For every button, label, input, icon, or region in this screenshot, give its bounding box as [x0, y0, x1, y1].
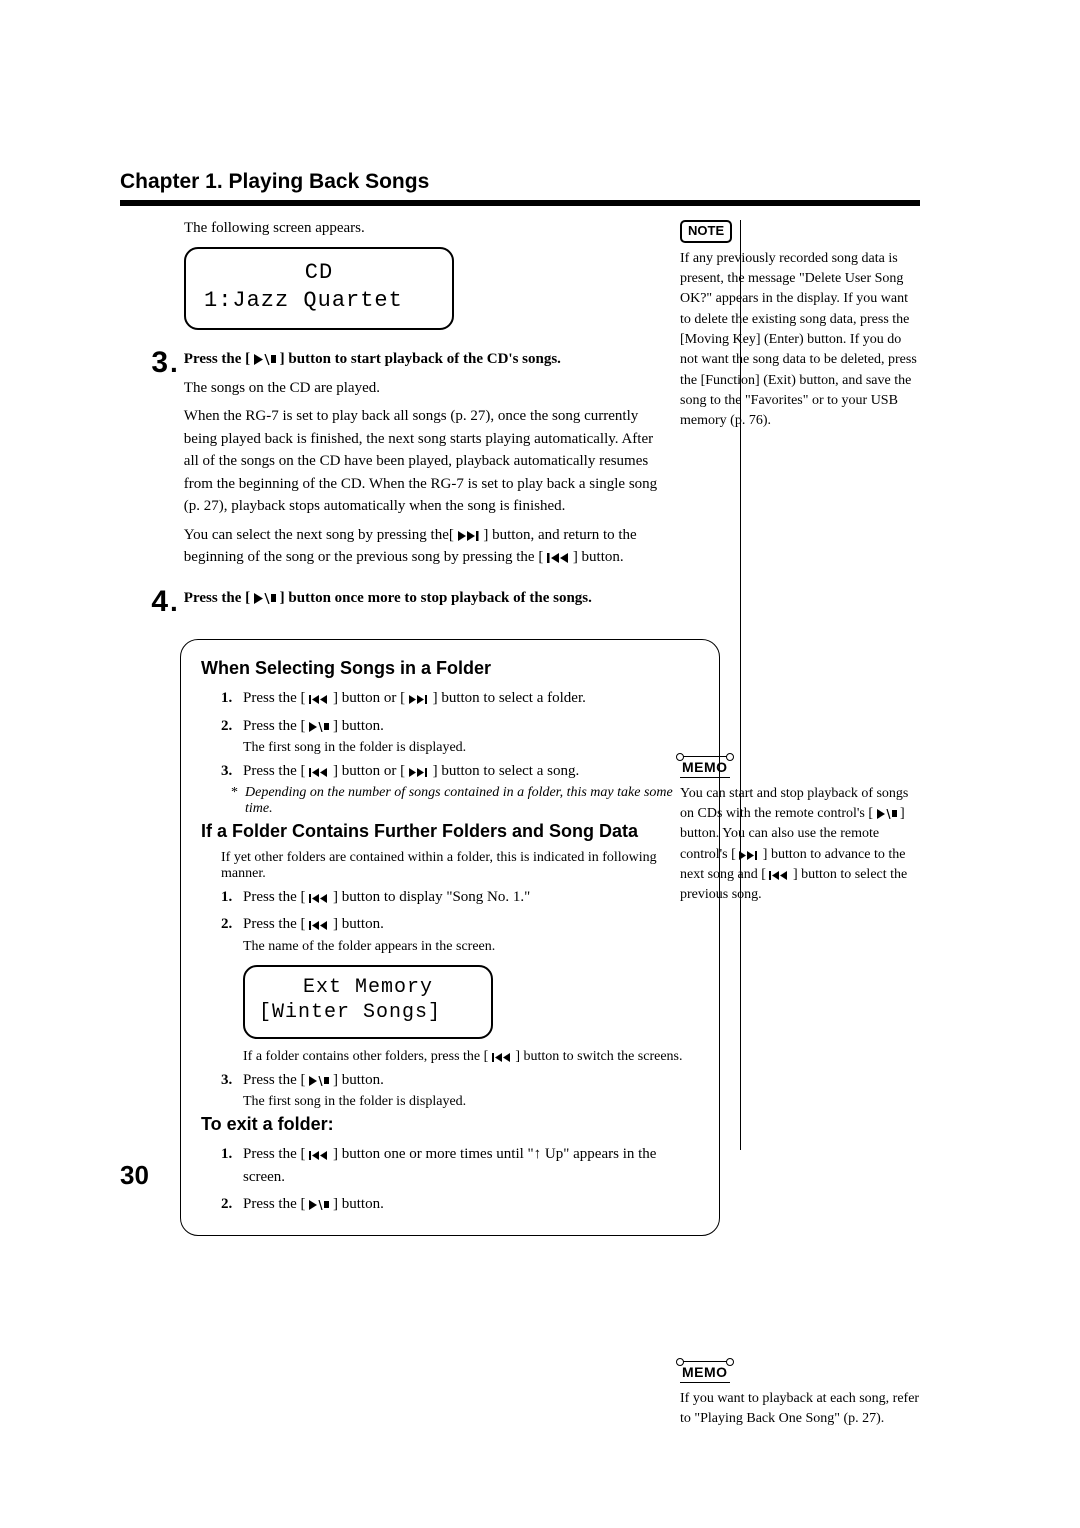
next-track-icon	[458, 531, 480, 541]
play-stop-icon	[309, 1200, 329, 1210]
title-rule	[120, 200, 920, 206]
list-item: 1.Press the [ ] button or [ ] button to …	[221, 687, 699, 710]
prev-track-icon	[309, 695, 329, 704]
page-number: 30	[120, 1160, 149, 1191]
lcd-line-2: [Winter Songs]	[259, 1000, 477, 1025]
nested-folder-list: 1.Press the [ ] button to display "Song …	[221, 886, 699, 937]
note-text: If any previously recorded song data is …	[680, 249, 920, 432]
next-track-icon	[409, 768, 429, 777]
play-stop-icon	[309, 1076, 329, 1086]
list-item: 3.Press the [ ] button or [ ] button to …	[221, 760, 699, 783]
spacer	[680, 946, 920, 1361]
step-number: 3	[120, 348, 168, 378]
list-item: 2.Press the [ ] button.	[221, 913, 699, 936]
lcd-line-2: 1:Jazz Quartet	[204, 287, 434, 315]
lcd-screen-ext-memory: Ext Memory [Winter Songs]	[243, 965, 493, 1039]
f3-note: The first song in the folder is displaye…	[243, 1094, 699, 1110]
chapter-title: Chapter 1. Playing Back Songs	[120, 170, 920, 194]
step-number: 4	[120, 587, 168, 617]
note-tag: NOTE	[680, 220, 732, 243]
prev-track-icon	[309, 921, 329, 930]
nested-folder-list-2: 3.Press the [ ] button.	[221, 1069, 699, 1092]
memo-1-text: You can start and stop playback of songs…	[680, 784, 920, 906]
prev-track-icon	[309, 894, 329, 903]
box-heading-3: To exit a folder:	[201, 1114, 699, 1135]
box-heading-2: If a Folder Contains Further Folders and…	[201, 821, 699, 842]
after-lcd-note: If a folder contains other folders, pres…	[243, 1049, 699, 1065]
play-stop-icon	[254, 593, 276, 604]
step-body: Press the [ ] button to start playback o…	[184, 348, 660, 569]
play-stop-icon	[254, 354, 276, 365]
prev-track-icon	[309, 768, 329, 777]
step-3-p3: You can select the next song by pressing…	[184, 524, 660, 569]
memo-block-2: MEMO If you want to playback at each son…	[680, 1361, 920, 1430]
prev-track-icon	[492, 1053, 512, 1062]
folder-selection-box: When Selecting Songs in a Folder 1.Press…	[180, 639, 720, 1235]
step-3: 3 . Press the [ ] button to start playba…	[120, 348, 660, 569]
play-stop-icon	[877, 809, 897, 819]
list-item: 2.Press the [ ] button.	[221, 1193, 699, 1216]
spacer	[680, 472, 920, 756]
step-3-p1: The songs on the CD are played.	[184, 377, 660, 400]
side-column: NOTE If any previously recorded song dat…	[680, 220, 920, 1469]
main-column: The following screen appears. CD 1:Jazz …	[120, 220, 660, 1236]
memo-2-text: If you want to playback at each song, re…	[680, 1389, 920, 1430]
column-divider	[740, 220, 741, 1150]
prev-track-icon	[309, 1151, 329, 1160]
prev-track-icon	[547, 553, 569, 563]
memo-tag: MEMO	[680, 756, 730, 778]
h2-intro: If yet other folders are contained withi…	[221, 850, 699, 882]
list-item: 1.Press the [ ] button to display "Song …	[221, 886, 699, 909]
step-4-heading: Press the [ ] button once more to stop p…	[184, 590, 592, 606]
lcd-screen-cd: CD 1:Jazz Quartet	[184, 247, 454, 330]
memo-block-1: MEMO You can start and stop playback of …	[680, 756, 920, 906]
prev-track-icon	[769, 871, 789, 880]
f2-note: The name of the folder appears in the sc…	[243, 939, 699, 955]
page-content: Chapter 1. Playing Back Songs The follow…	[120, 170, 920, 1469]
two-column-layout: The following screen appears. CD 1:Jazz …	[120, 220, 920, 1469]
exit-folder-list: 1.Press the [ ] button one or more times…	[221, 1143, 699, 1217]
step-body: Press the [ ] button once more to stop p…	[184, 587, 660, 610]
step-dot: .	[170, 348, 178, 379]
lcd-line-1: Ext Memory	[259, 975, 477, 1000]
step-dot: .	[170, 587, 178, 618]
step-3-heading: Press the [ ] button to start playback o…	[184, 351, 561, 367]
folder-select-list: 1.Press the [ ] button or [ ] button to …	[221, 687, 699, 738]
play-stop-icon	[309, 722, 329, 732]
intro-text: The following screen appears.	[184, 220, 660, 237]
box-heading-1: When Selecting Songs in a Folder	[201, 658, 699, 679]
list-2-note: The first song in the folder is displaye…	[243, 740, 699, 756]
list-3-note: *Depending on the number of songs contai…	[231, 785, 699, 817]
list-item: 3.Press the [ ] button.	[221, 1069, 699, 1092]
next-track-icon	[409, 695, 429, 704]
note-block: NOTE If any previously recorded song dat…	[680, 220, 920, 432]
folder-select-list-2: 3.Press the [ ] button or [ ] button to …	[221, 760, 699, 783]
next-track-icon	[739, 851, 759, 860]
list-item: 2.Press the [ ] button.	[221, 715, 699, 738]
step-4: 4 . Press the [ ] button once more to st…	[120, 587, 660, 618]
memo-tag: MEMO	[680, 1361, 730, 1383]
lcd-line-1: CD	[204, 259, 434, 287]
list-item: 1.Press the [ ] button one or more times…	[221, 1143, 699, 1190]
step-3-p2: When the RG-7 is set to play back all so…	[184, 405, 660, 518]
